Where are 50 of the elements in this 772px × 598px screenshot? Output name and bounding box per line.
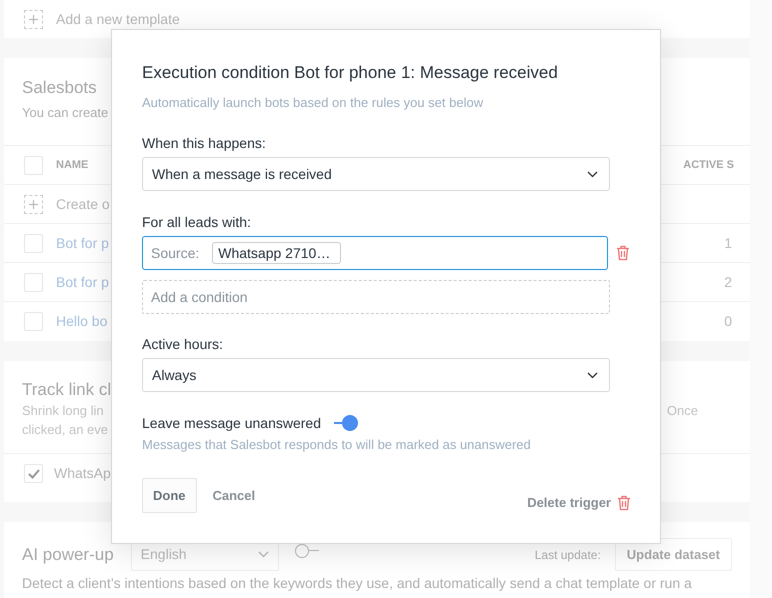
chevron-down-icon [587, 372, 598, 378]
condition-tag[interactable]: Whatsapp 2710… [212, 242, 342, 264]
active-hours-select[interactable]: Always [142, 358, 610, 392]
bot-name-link[interactable]: Bot for p [56, 232, 109, 254]
section-description: Shrink long lin [22, 402, 105, 420]
chevron-down-icon [258, 551, 269, 558]
checkbox[interactable] [24, 234, 43, 252]
add-condition-field[interactable]: Add a condition [142, 280, 610, 314]
table-cell-text: 2 [724, 272, 732, 292]
section-title: AI power-up [22, 544, 114, 566]
toggle-hint: Messages that Salesbot responds to will be marked as unanswered [142, 436, 532, 454]
modal-title: Execution condition Bot for phone 1: Message received [142, 62, 559, 84]
plus-icon[interactable] [24, 194, 43, 214]
toggle-label: Leave message unanswered [142, 414, 322, 433]
table-cell-text: 1 [724, 234, 732, 252]
done-button[interactable]: Done [142, 478, 196, 513]
chevron-down-icon [587, 170, 598, 178]
trigger-select[interactable]: When a message is received [142, 157, 610, 191]
plus-icon[interactable] [24, 10, 43, 28]
column-header: ACTIVE S [683, 158, 734, 173]
checkbox-label: WhatsAp [54, 464, 111, 483]
check-icon [28, 468, 40, 478]
last-update-label: Last update: [534, 546, 601, 564]
bot-name-link[interactable]: Hello bo [56, 310, 108, 332]
section-title: Salesbots [22, 77, 98, 99]
column-header: NAME [56, 158, 88, 173]
bot-name-link[interactable]: Bot for p [56, 272, 109, 292]
field-label: For all leads with: [142, 213, 252, 231]
modal-subtitle: Automatically launch bots based on the rules you set below [142, 94, 484, 112]
trash-icon[interactable] [616, 245, 630, 261]
create-bot-link[interactable]: Create o [56, 194, 110, 214]
field-label: Active hours: [142, 335, 224, 353]
checkbox[interactable] [24, 272, 43, 292]
section-description: You can create [22, 104, 108, 122]
section-title: Track link cl [22, 379, 112, 401]
add-template-link[interactable]: Add a new template [56, 8, 180, 30]
table-cell-text: 0 [724, 312, 732, 330]
cancel-button[interactable]: Cancel [212, 486, 256, 506]
checkbox[interactable] [24, 312, 43, 330]
condition-label: Source: [151, 244, 200, 262]
condition-field[interactable]: Source: Whatsapp 2710… [142, 236, 608, 270]
section-description: Detect a client’s intentions based on the keywords they use, and automatically send a chat template or run a [22, 575, 692, 591]
checkbox[interactable] [24, 156, 43, 174]
delete-trigger-button[interactable]: Delete trigger [527, 492, 631, 512]
toggle-switch[interactable] [334, 414, 358, 432]
section-description: clicked, an eve [22, 421, 109, 439]
section-description: Once [666, 402, 698, 420]
trash-icon[interactable] [617, 494, 631, 510]
checkbox[interactable] [24, 464, 43, 483]
field-label: When this happens: [142, 134, 267, 152]
